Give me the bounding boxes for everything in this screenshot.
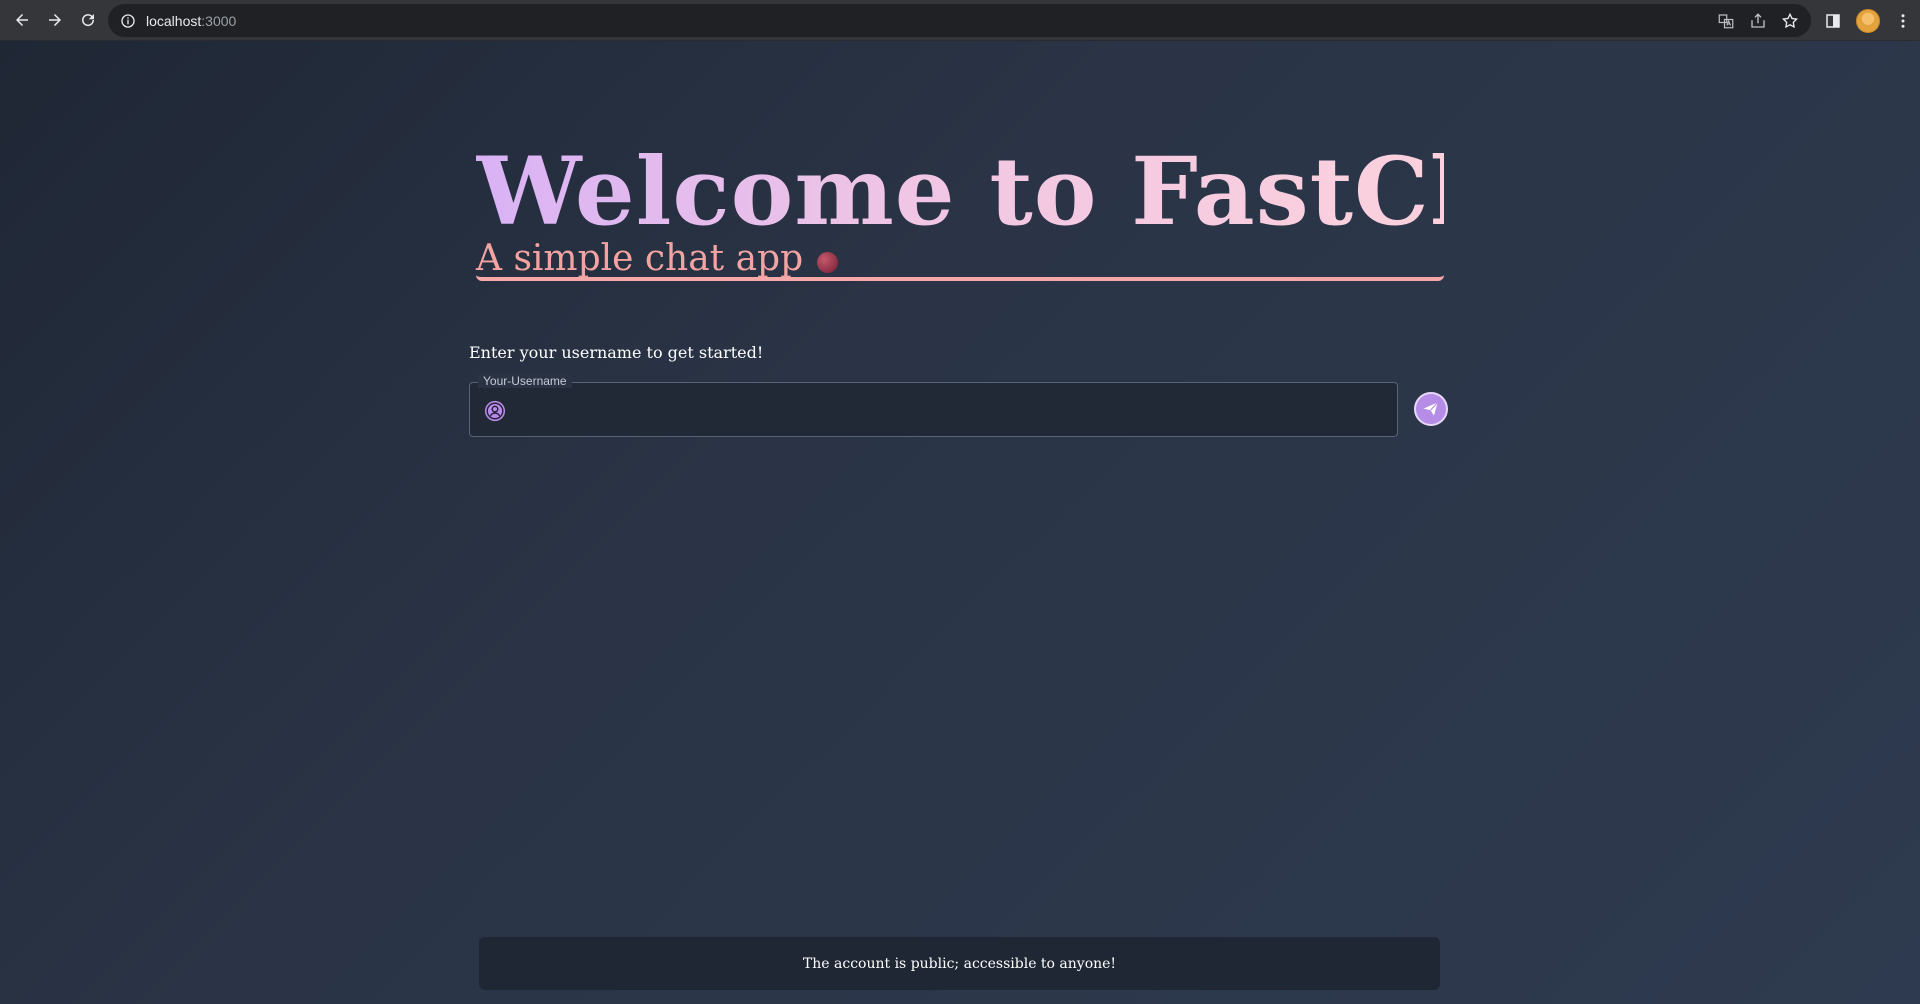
subtitle-underline: A simple chat app — [476, 237, 1444, 281]
public-account-notice: The account is public; accessible to any… — [479, 937, 1440, 990]
username-prompt: Enter your username to get started! — [469, 343, 764, 362]
forward-button[interactable] — [39, 4, 71, 36]
profile-avatar[interactable] — [1856, 8, 1880, 33]
reload-button[interactable] — [72, 4, 104, 36]
username-field[interactable]: Your-Username — [469, 374, 1398, 437]
browser-toolbar: localhost:3000 — [0, 0, 1920, 41]
translate-icon[interactable] — [1717, 12, 1735, 30]
send-icon — [1423, 401, 1439, 416]
reload-icon — [82, 14, 95, 27]
url-host: localhost — [146, 12, 202, 29]
page-subtitle: A simple chat app — [476, 237, 804, 279]
back-button[interactable] — [6, 4, 38, 36]
page-content: Welcome to FastChat A simple chat app En… — [0, 41, 1920, 1004]
more-menu-icon[interactable] — [1894, 12, 1912, 30]
submit-username-button[interactable] — [1414, 392, 1448, 426]
hero: Welcome to FastChat A simple chat app — [476, 137, 1606, 281]
info-icon[interactable] — [120, 13, 136, 29]
username-field-label: Your-Username — [478, 374, 572, 388]
username-input[interactable] — [518, 393, 1378, 427]
url-port: :3000 — [201, 12, 237, 29]
user-icon — [484, 400, 506, 422]
side-panel-icon[interactable] — [1824, 12, 1842, 30]
share-icon[interactable] — [1749, 12, 1767, 30]
forward-icon — [49, 14, 61, 26]
star-icon[interactable] — [1781, 12, 1799, 30]
page-title: Welcome to FastChat — [476, 137, 1606, 247]
blob-decoration — [817, 251, 839, 273]
address-bar[interactable]: localhost:3000 — [108, 4, 1811, 37]
back-icon — [16, 14, 28, 26]
